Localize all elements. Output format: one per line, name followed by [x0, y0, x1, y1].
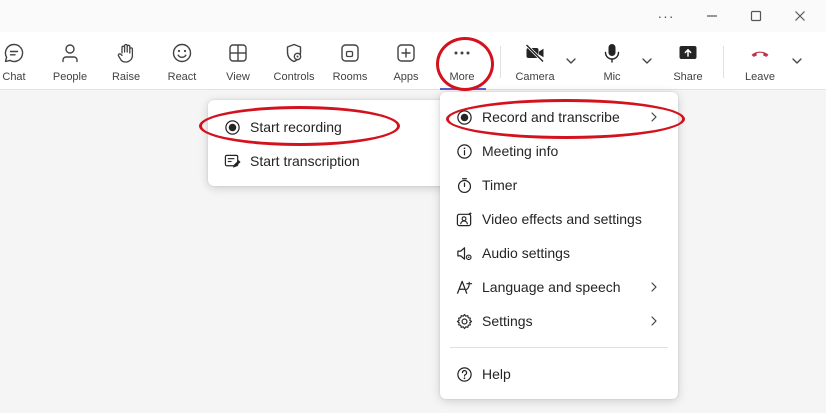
chevron-right-icon [651, 282, 657, 292]
video-effects-label: Video effects and settings [482, 211, 642, 227]
settings-item[interactable]: Settings [440, 304, 678, 338]
record-transcribe-submenu: Start recording Start transcription [208, 100, 448, 186]
people-label: People [52, 71, 88, 83]
window-more-button[interactable]: ··· [646, 0, 686, 32]
meeting-info-item[interactable]: Meeting info [440, 134, 678, 168]
chevron-right-icon [651, 316, 657, 326]
smiley-icon [172, 43, 192, 63]
camera-button[interactable]: Camera [514, 32, 556, 90]
toolbar-divider [500, 46, 501, 78]
meeting-toolbar: Chat People Raise React View Controls Ro… [0, 32, 826, 90]
gear-icon [456, 313, 473, 330]
camera-label: Camera [515, 71, 555, 83]
more-active-indicator [440, 88, 486, 90]
chevron-right-icon [651, 112, 657, 122]
people-button[interactable]: People [48, 32, 92, 90]
more-horizontal-icon [454, 51, 470, 55]
record-and-transcribe-label: Record and transcribe [482, 109, 620, 125]
leave-label: Leave [745, 71, 775, 83]
meeting-info-label: Meeting info [482, 143, 559, 159]
info-icon [457, 144, 472, 159]
apps-button[interactable]: Apps [386, 32, 426, 90]
audio-settings-item[interactable]: Audio settings [440, 236, 678, 270]
view-label: View [226, 71, 250, 83]
help-item[interactable]: Help [440, 357, 678, 391]
settings-label: Settings [482, 313, 533, 329]
record-and-transcribe-item[interactable]: Record and transcribe [440, 100, 678, 134]
chat-button[interactable]: Chat [0, 32, 28, 90]
chat-label: Chat [2, 71, 26, 83]
audio-settings-label: Audio settings [482, 245, 570, 261]
rooms-label: Rooms [332, 71, 368, 83]
timer-icon [457, 178, 472, 194]
record-icon [457, 110, 472, 125]
raise-label: Raise [111, 71, 141, 83]
people-icon [62, 44, 78, 63]
grid-icon [229, 44, 247, 62]
maximize-button[interactable] [736, 0, 776, 32]
help-icon [457, 367, 472, 382]
more-button[interactable]: More [442, 32, 482, 90]
video-effects-item[interactable]: Video effects and settings [440, 202, 678, 236]
toolbar-divider [723, 46, 724, 78]
hang-up-icon [751, 51, 769, 57]
menu-divider [450, 347, 668, 348]
controls-button[interactable]: Controls [270, 32, 318, 90]
controls-label: Controls [273, 71, 315, 83]
react-button[interactable]: React [162, 32, 202, 90]
language-and-speech-item[interactable]: Language and speech [440, 270, 678, 304]
camera-options-chevron-icon[interactable] [564, 54, 578, 68]
camera-off-icon [525, 43, 545, 63]
close-icon [795, 11, 805, 21]
leave-button[interactable]: Leave [740, 32, 780, 90]
mic-options-chevron-icon[interactable] [640, 54, 654, 68]
rooms-icon [341, 44, 359, 62]
title-bar: ··· [0, 0, 826, 32]
record-icon [225, 120, 240, 135]
share-label: Share [673, 71, 703, 83]
rooms-button[interactable]: Rooms [330, 32, 370, 90]
help-label: Help [482, 366, 511, 382]
apps-label: Apps [393, 71, 419, 83]
mic-label: Mic [603, 71, 621, 83]
microphone-icon [604, 44, 620, 63]
shield-gear-icon [286, 43, 302, 63]
start-recording-item[interactable]: Start recording [208, 110, 448, 144]
more-label: More [449, 71, 475, 83]
more-dots-icon: ··· [657, 8, 675, 24]
speaker-icon [457, 247, 472, 261]
view-button[interactable]: View [218, 32, 258, 90]
minimize-icon [707, 15, 717, 17]
minimize-button[interactable] [692, 0, 732, 32]
close-window-button[interactable] [780, 0, 820, 32]
transcription-icon [224, 154, 241, 168]
share-screen-icon [679, 46, 697, 59]
video-effects-icon [456, 211, 473, 227]
raise-hand-button[interactable]: Raise [106, 32, 146, 90]
language-and-speech-label: Language and speech [482, 279, 621, 295]
start-transcription-label: Start transcription [250, 153, 360, 169]
start-transcription-item[interactable]: Start transcription [208, 144, 448, 178]
plus-square-icon [397, 44, 415, 62]
timer-label: Timer [482, 177, 518, 193]
start-recording-label: Start recording [250, 119, 342, 135]
leave-options-chevron-icon[interactable] [790, 54, 804, 68]
more-menu: Record and transcribe Meeting info Timer… [440, 92, 678, 399]
hand-icon [117, 43, 134, 63]
react-label: React [167, 71, 197, 83]
mic-button[interactable]: Mic [592, 32, 632, 90]
language-icon [456, 280, 473, 294]
timer-item[interactable]: Timer [440, 168, 678, 202]
maximize-icon [750, 10, 762, 22]
chat-icon [4, 43, 24, 63]
share-button[interactable]: Share [668, 32, 708, 90]
